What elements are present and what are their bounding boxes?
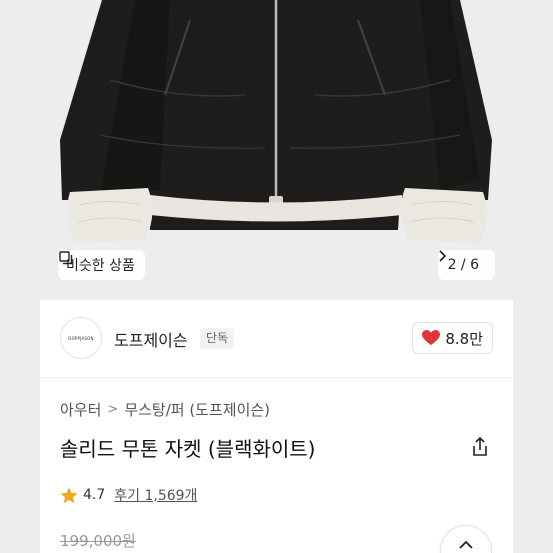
chevron-right-icon: > [107, 402, 119, 417]
similar-products-label: 비슷한 상품 [66, 258, 135, 274]
product-image[interactable]: 비슷한 상품 2 / 6 [40, 0, 513, 300]
brand-name[interactable]: 도프제이슨 [114, 327, 188, 351]
brand-row: DOPPJASON 도프제이슨 단독 8.8만 [40, 300, 513, 378]
brand-logo[interactable]: DOPPJASON [60, 317, 102, 359]
brand-logo-text: DOPPJASON [68, 335, 94, 341]
share-icon[interactable] [469, 436, 491, 458]
image-pager-count: 2 / 6 [447, 257, 479, 273]
product-title: 솔리드 무톤 자켓 (블랙화이트) [60, 437, 316, 461]
chevron-up-icon [459, 540, 473, 549]
like-count: 8.8만 [445, 329, 483, 348]
similar-items-icon [59, 251, 73, 265]
left-margin [0, 0, 40, 553]
right-margin [513, 0, 553, 553]
rating-value: 4.7 [83, 487, 106, 503]
scroll-top-button[interactable] [440, 525, 492, 553]
rating-row: 4.7 후기 1,569개 [60, 485, 197, 505]
exclusive-badge: 단독 [200, 328, 235, 349]
breadcrumb-item[interactable]: 아우터 [60, 399, 101, 420]
similar-products-button[interactable]: 비슷한 상품 [58, 250, 145, 280]
star-icon [60, 487, 78, 503]
like-button[interactable]: 8.8만 [412, 322, 493, 354]
product-page: 비슷한 상품 2 / 6 DOPPJASON 도프제이슨 단독 8.8만 아우터… [40, 0, 513, 553]
image-pager[interactable]: 2 / 6 [437, 250, 495, 280]
breadcrumb-item[interactable]: 무스탕/퍼 (도프제이슨) [124, 399, 270, 420]
reviews-link[interactable]: 후기 1,569개 [114, 485, 197, 505]
original-price: 199,000원 [60, 532, 136, 550]
breadcrumb: 아우터 > 무스탕/퍼 (도프제이슨) [60, 399, 270, 420]
heart-icon [422, 330, 441, 345]
